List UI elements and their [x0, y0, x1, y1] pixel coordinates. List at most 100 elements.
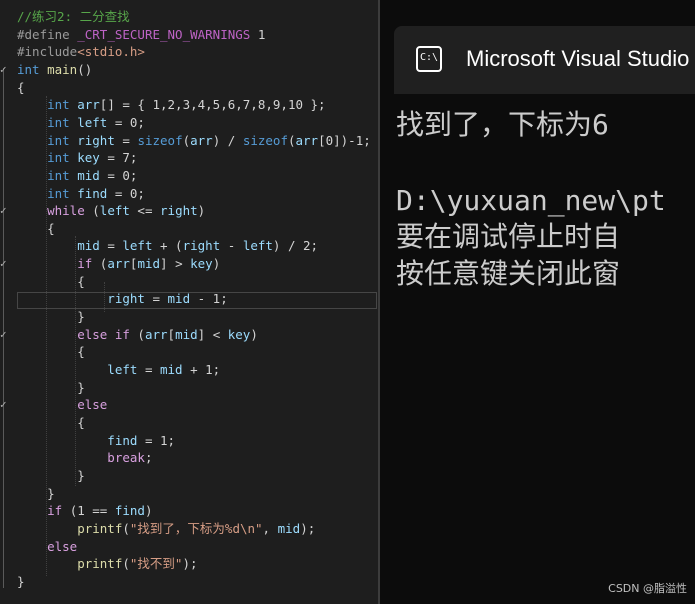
code-text: #define _CRT_SECURE_NO_WARNINGS 1: [17, 26, 265, 44]
code-token: key: [227, 326, 251, 342]
code-text: printf("找到了，下标为%d\n", mid);: [17, 520, 315, 538]
code-token: left: [17, 362, 138, 377]
code-token: ): [212, 256, 221, 272]
code-token: right: [17, 291, 145, 307]
code-text: {: [17, 79, 25, 97]
code-token: left: [242, 238, 273, 254]
code-token: break: [17, 450, 145, 466]
code-token: else if: [17, 326, 138, 342]
code-text: else: [17, 538, 77, 556]
code-text: else: [17, 396, 107, 414]
code-token: + (: [152, 238, 183, 254]
code-token: {: [17, 273, 85, 289]
code-token: ): [144, 503, 153, 519]
code-text: int key = 7;: [17, 149, 137, 167]
code-text: if (arr[mid] > key): [17, 255, 220, 273]
code-token: right: [77, 132, 115, 148]
code-token: while: [17, 203, 93, 219]
code-text: int mid = 0;: [17, 167, 137, 185]
code-token: mid: [277, 520, 301, 536]
code-token: [: [167, 326, 176, 342]
console-line: 找到了，下标为6: [396, 108, 609, 141]
code-text: }: [17, 379, 85, 397]
code-text: else if (arr[mid] < key): [17, 326, 258, 344]
code-token: arr: [107, 256, 130, 272]
code-token: ) / 2;: [272, 238, 319, 254]
code-token: sizeof: [137, 132, 183, 148]
code-token: printf: [17, 520, 123, 536]
console-output[interactable]: 找到了，下标为6 D:\yuxuan_new\pt 要在调试停止时自 按任意键关…: [396, 100, 695, 580]
code-token: "找不到": [129, 556, 183, 572]
code-token: else: [17, 538, 78, 554]
code-token: mid: [175, 326, 198, 342]
code-token: if: [17, 256, 100, 272]
code-token: find: [77, 185, 108, 201]
code-token: int: [17, 150, 78, 166]
code-token: <=: [129, 203, 161, 219]
code-token: find: [17, 432, 138, 448]
code-text: break;: [17, 449, 152, 467]
code-token: (: [122, 520, 130, 536]
fold-toggle-icon[interactable]: ✓: [0, 61, 8, 79]
code-text: int right = sizeof(arr) / sizeof(arr[0])…: [17, 132, 371, 150]
code-token: (: [287, 132, 296, 148]
code-text: int find = 0;: [17, 185, 145, 203]
code-token: =: [137, 362, 160, 377]
code-token: {: [17, 344, 85, 360]
code-token: //练习2: 二分查找: [17, 9, 130, 24]
code-text: right = mid - 1;: [17, 290, 227, 308]
code-token: left: [122, 238, 153, 254]
code-token: = 7;: [99, 150, 138, 166]
code-token: key: [77, 150, 100, 166]
code-token: ,: [262, 520, 278, 536]
code-token: (): [77, 61, 93, 77]
code-token: = 0;: [107, 185, 145, 201]
console-line: D:\yuxuan_new\pt: [396, 184, 666, 217]
code-token: if: [17, 503, 70, 519]
code-token: =: [99, 238, 123, 254]
code-text: #include<stdio.h>: [17, 43, 145, 61]
code-token: ;: [144, 450, 153, 466]
fold-toggle-icon[interactable]: ✓: [0, 202, 8, 220]
code-token: mid: [77, 167, 100, 183]
code-token: right: [182, 238, 221, 254]
console-line: 要在调试停止时自: [396, 220, 621, 253]
code-token: [0])-1;: [318, 132, 371, 148]
code-token: = 0;: [99, 167, 138, 183]
code-token: }: [17, 573, 25, 589]
fold-toggle-icon[interactable]: ✓: [0, 326, 8, 344]
code-token: = 1;: [137, 432, 176, 448]
code-text: {: [17, 343, 85, 361]
code-text: while (left <= right): [17, 202, 205, 220]
code-token: (: [182, 132, 191, 148]
code-editor[interactable]: //练习2: 二分查找 #define _CRT_SECURE_NO_WARNIN…: [0, 0, 378, 604]
code-token: }: [17, 309, 85, 325]
fold-toggle-icon[interactable]: ✓: [0, 255, 8, 273]
code-token: ): [250, 326, 258, 342]
code-token: mid: [17, 238, 100, 254]
code-token: int: [17, 185, 78, 201]
code-token: sizeof: [242, 132, 288, 148]
code-token: );: [182, 556, 198, 572]
code-token: mid: [137, 256, 161, 272]
code-token: ] <: [197, 326, 228, 342]
code-token: #include: [17, 44, 78, 60]
code-token: left: [77, 114, 108, 130]
code-token: int: [17, 114, 78, 130]
code-text: {: [17, 220, 55, 238]
code-token: printf: [17, 556, 123, 572]
code-token: arr: [295, 132, 319, 148]
code-token: <stdio.h>: [77, 44, 145, 60]
code-token: ] >: [160, 256, 191, 272]
code-token: ): [197, 203, 206, 219]
console-titlebar[interactable]: C:\ Microsoft Visual Studio: [394, 26, 695, 94]
code-token: }: [17, 467, 85, 483]
code-token: (: [137, 326, 145, 342]
code-text: }: [17, 467, 85, 485]
code-token: find: [114, 503, 145, 519]
code-token: int: [17, 132, 78, 148]
fold-toggle-icon[interactable]: ✓: [0, 396, 8, 414]
code-token: (: [92, 203, 100, 219]
code-text: }: [17, 573, 25, 591]
code-text: int left = 0;: [17, 114, 145, 132]
